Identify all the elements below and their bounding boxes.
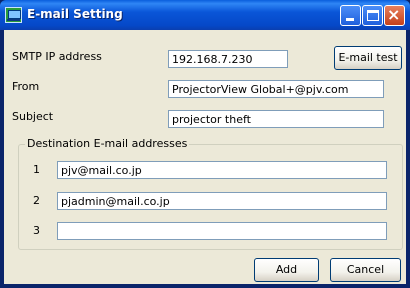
title-bar[interactable]: E-mail Setting × (0, 0, 410, 30)
maximize-button[interactable] (362, 5, 383, 26)
window-title: E-mail Setting (27, 7, 123, 21)
subject-label: Subject (12, 110, 54, 123)
smtp-ip-field[interactable]: 192.168.7.230 (168, 50, 288, 68)
cancel-button[interactable]: Cancel (330, 258, 401, 282)
add-button[interactable]: Add (254, 258, 319, 282)
dialog-body: SMTP IP address 192.168.7.230 E-mail tes… (4, 30, 406, 284)
maximize-icon (367, 10, 379, 21)
destination-group: Destination E-mail addresses 1 pjv@mail.… (18, 137, 403, 250)
close-button[interactable]: × (384, 5, 405, 26)
email-setting-window: E-mail Setting × SMTP IP address 192.168… (0, 0, 410, 288)
minimize-button[interactable] (340, 5, 361, 26)
subject-field[interactable]: projector theft (168, 110, 384, 128)
destination-field-3[interactable] (57, 222, 387, 240)
monitor-app-icon (5, 7, 22, 23)
destination-field-1[interactable]: pjv@mail.co.jp (57, 161, 387, 179)
destination-number: 2 (33, 194, 40, 207)
email-test-button[interactable]: E-mail test (334, 46, 402, 70)
smtp-label: SMTP IP address (12, 50, 102, 63)
destination-number: 1 (33, 163, 40, 176)
destination-field-2[interactable]: pjadmin@mail.co.jp (57, 192, 387, 210)
destination-number: 3 (33, 224, 40, 237)
from-label: From (12, 80, 40, 93)
destination-group-title: Destination E-mail addresses (25, 137, 190, 150)
close-icon: × (387, 5, 401, 24)
minimize-icon (346, 18, 354, 21)
from-field[interactable]: ProjectorView Global+@pjv.com (168, 80, 384, 98)
